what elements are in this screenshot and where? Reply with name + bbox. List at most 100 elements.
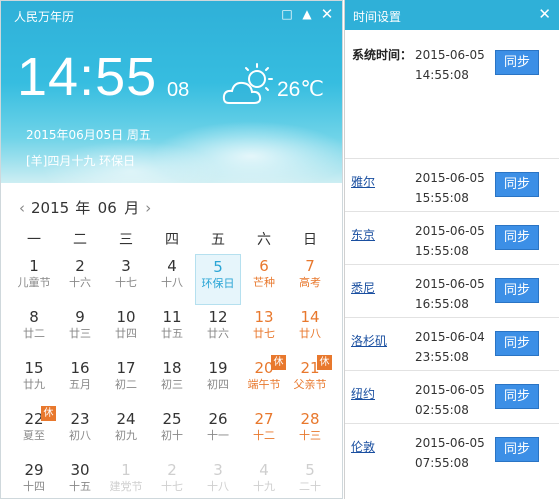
calendar-day[interactable]: 18 初三 <box>149 356 195 407</box>
calendar-day[interactable]: 3 十八 <box>195 458 241 499</box>
shirt-icon[interactable]: ▲ <box>300 7 314 21</box>
window-controls: □ ▲ ✕ <box>280 7 334 22</box>
calendar-day[interactable]: 25 初十 <box>149 407 195 458</box>
lunar-label: 儿童节 <box>17 276 51 289</box>
lunar-label: 廿三 <box>69 327 91 340</box>
lunar-label: 初十 <box>161 429 183 442</box>
sync-button[interactable]: 同步 <box>495 225 539 250</box>
calendar-day[interactable]: 27 十二 <box>241 407 287 458</box>
sync-button[interactable]: 同步 <box>495 384 539 409</box>
city-row: 悉尼 2015-06-05 16:55:08 同步 <box>345 264 559 317</box>
calendar-day[interactable]: 5 环保日 <box>195 254 241 305</box>
current-seconds: 08 <box>167 79 190 101</box>
day-number: 29 <box>24 461 44 479</box>
lunar-label: 十三 <box>299 429 321 442</box>
city-name-link[interactable]: 悉尼 <box>351 279 375 296</box>
calendar-day[interactable]: 12 廿六 <box>195 305 241 356</box>
calendar-day[interactable]: 4 十九 <box>241 458 287 499</box>
weekday-label: 一 <box>27 232 41 248</box>
lunar-label: 十五 <box>69 480 91 493</box>
calendar-day[interactable]: 20 端午节休 <box>241 355 287 407</box>
lunar-label: 初九 <box>115 429 137 442</box>
city-time-value: 2015-06-05 16:55:08 <box>415 274 485 314</box>
lunar-label: 五月 <box>69 378 91 391</box>
month-value[interactable]: 06 <box>96 199 118 217</box>
lunar-label: 建党节 <box>109 480 143 493</box>
lunar-label: 十八 <box>207 480 229 493</box>
day-number: 7 <box>305 257 315 275</box>
calendar-day[interactable]: 4 十八 <box>149 254 195 305</box>
city-clock: 23:55:08 <box>415 350 469 364</box>
day-number: 12 <box>208 308 228 326</box>
lunar-label: 初四 <box>207 378 229 391</box>
city-row: 东京 2015-06-05 15:55:08 同步 <box>345 211 559 264</box>
calendar-day[interactable]: 17 初二 <box>103 356 149 407</box>
city-time-value: 2015-06-05 15:55:08 <box>415 168 485 208</box>
day-number: 13 <box>254 308 274 326</box>
city-name-link[interactable]: 伦敦 <box>351 438 375 455</box>
system-time-label: 系统时间： <box>352 48 413 62</box>
city-name-link[interactable]: 雅尔 <box>351 173 375 190</box>
city-name-link[interactable]: 纽约 <box>351 385 375 402</box>
calendar-day[interactable]: 3 十七 <box>103 254 149 305</box>
calendar-day[interactable]: 6 芒种 <box>241 254 287 305</box>
partly-cloudy-icon[interactable] <box>221 61 277 109</box>
city-name-link[interactable]: 洛杉矶 <box>351 332 387 349</box>
lunar-label: 十七 <box>161 480 183 493</box>
lunar-label: 父亲节 <box>293 378 327 391</box>
weekday-label: 二 <box>73 232 87 248</box>
prev-month-icon[interactable]: ‹ <box>19 199 25 217</box>
lunar-label: 初八 <box>69 429 91 442</box>
sync-system-button[interactable]: 同步 <box>495 50 539 75</box>
calendar-day[interactable]: 15 廿九 <box>11 356 57 407</box>
calendar-day[interactable]: 23 初八 <box>57 407 103 458</box>
lunar-label: 廿八 <box>299 327 321 340</box>
calendar-day[interactable]: 14 廿八 <box>287 305 333 356</box>
calendar-day[interactable]: 24 初九 <box>103 407 149 458</box>
temperature: 26℃ <box>277 78 324 101</box>
sync-button[interactable]: 同步 <box>495 172 539 197</box>
calendar-day[interactable]: 30 十五 <box>57 458 103 499</box>
calendar-day[interactable]: 19 初四 <box>195 356 241 407</box>
calendar-day[interactable]: 10 廿四 <box>103 305 149 356</box>
close-icon[interactable]: ✕ <box>538 5 551 23</box>
calendar-day[interactable]: 29 十四 <box>11 458 57 499</box>
calendar-day[interactable]: 28 十三 <box>287 407 333 458</box>
calendar-day[interactable]: 16 五月 <box>57 356 103 407</box>
sync-button[interactable]: 同步 <box>495 437 539 462</box>
sync-button[interactable]: 同步 <box>495 331 539 356</box>
calendar-day[interactable]: 2 十六 <box>57 254 103 305</box>
lunar-label: 十四 <box>23 480 45 493</box>
city-date: 2015-06-05 <box>415 171 485 185</box>
current-time: 14:55 <box>17 47 158 107</box>
weekday-label: 四 <box>165 232 179 248</box>
calendar-day[interactable]: 5 二十 <box>287 458 333 499</box>
calendar-day[interactable]: 26 十一 <box>195 407 241 458</box>
holiday-badge: 休 <box>41 406 56 421</box>
day-number: 6 <box>259 257 269 275</box>
calendar-day[interactable]: 9 廿三 <box>57 305 103 356</box>
next-month-icon[interactable]: › <box>145 199 151 217</box>
calendar-day[interactable]: 22 夏至休 <box>11 406 57 458</box>
calendar-day[interactable]: 1 儿童节 <box>11 254 57 305</box>
date-line: 2015年06月05日 周五 <box>26 128 151 142</box>
calendar-day[interactable]: 13 廿七 <box>241 305 287 356</box>
day-number: 19 <box>208 359 228 377</box>
chat-icon[interactable]: □ <box>280 7 294 21</box>
calendar-day[interactable]: 7 高考 <box>287 254 333 305</box>
day-number: 1 <box>29 257 39 275</box>
lunar-label: 二十 <box>299 480 321 493</box>
calendar-day[interactable]: 8 廿二 <box>11 305 57 356</box>
city-name-link[interactable]: 东京 <box>351 226 375 243</box>
calendar-day[interactable]: 21 父亲节休 <box>287 355 333 407</box>
day-number: 1 <box>121 461 131 479</box>
calendar-day[interactable]: 11 廿五 <box>149 305 195 356</box>
calendar-day[interactable]: 2 十七 <box>149 458 195 499</box>
lunar-label: 十七 <box>115 276 137 289</box>
calendar-day[interactable]: 1 建党节 <box>103 458 149 499</box>
day-number: 2 <box>167 461 177 479</box>
sync-button[interactable]: 同步 <box>495 278 539 303</box>
close-icon[interactable]: ✕ <box>320 7 334 22</box>
city-time-value: 2015-06-05 02:55:08 <box>415 380 485 420</box>
year-value[interactable]: 2015 <box>31 199 69 217</box>
